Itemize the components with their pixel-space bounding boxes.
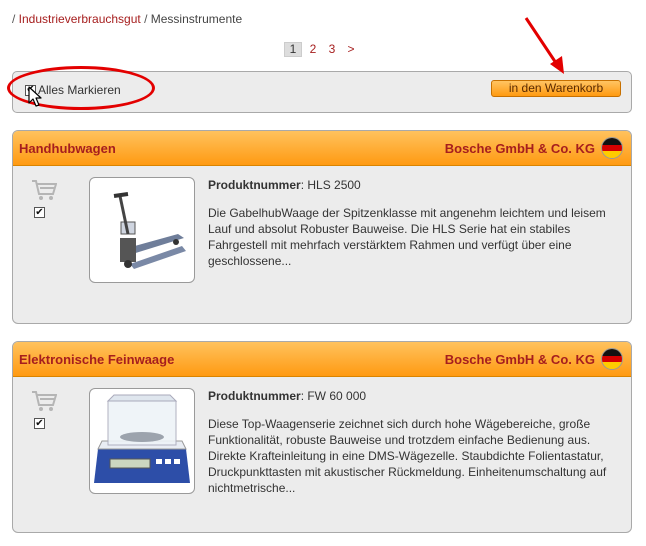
breadcrumb-current: Messinstrumente	[150, 12, 243, 26]
cart-icon[interactable]	[31, 389, 57, 413]
product-description: Diese Top-Waagenserie zeichnet sich durc…	[208, 417, 607, 495]
germany-flag-icon	[601, 137, 623, 159]
product-card: Elektronische Feinwaage Bosche GmbH & Co…	[12, 341, 632, 533]
annotation-arrow	[524, 17, 564, 74]
germany-flag-icon	[601, 348, 623, 370]
product-number: Produktnummer: HLS 2500	[208, 178, 361, 192]
product-company: Bosche GmbH & Co. KG	[445, 348, 623, 370]
product-image-hand-pallet-truck[interactable]	[89, 177, 195, 283]
product-description: Die GabelhubWaage der Spitzenklasse mit …	[208, 206, 606, 268]
product-checkbox[interactable]: ✔	[34, 207, 45, 218]
mouse-pointer-icon	[28, 86, 42, 107]
page-3[interactable]: 3	[324, 42, 340, 57]
page-2[interactable]: 2	[305, 42, 321, 57]
product-card: Handhubwagen Bosche GmbH & Co. KG ✔ Prod…	[12, 130, 632, 324]
pagination: 1 2 3 >	[284, 42, 359, 57]
company-name[interactable]: Bosche GmbH & Co. KG	[445, 141, 595, 156]
product-title[interactable]: Handhubwagen	[19, 141, 116, 156]
product-header: Elektronische Feinwaage Bosche GmbH & Co…	[13, 342, 631, 377]
breadcrumb: / Industrieverbrauchsgut / Messinstrumen…	[12, 12, 242, 26]
product-number: Produktnummer: FW 60 000	[208, 389, 367, 403]
company-name[interactable]: Bosche GmbH & Co. KG	[445, 352, 595, 367]
product-info: Produktnummer: HLS 2500 Die GabelhubWaag…	[208, 177, 618, 269]
cart-icon[interactable]	[31, 178, 57, 202]
product-checkbox[interactable]: ✔	[34, 418, 45, 429]
product-info: Produktnummer: FW 60 000 Diese Top-Waage…	[208, 388, 618, 496]
product-title[interactable]: Elektronische Feinwaage	[19, 352, 174, 367]
product-company: Bosche GmbH & Co. KG	[445, 137, 623, 159]
breadcrumb-separator: /	[140, 12, 151, 26]
product-header: Handhubwagen Bosche GmbH & Co. KG	[13, 131, 631, 166]
breadcrumb-separator: /	[12, 12, 19, 26]
page-1[interactable]: 1	[284, 42, 302, 57]
product-image-precision-scale[interactable]	[89, 388, 195, 494]
add-to-cart-button[interactable]: in den Warenkorb	[491, 80, 621, 97]
breadcrumb-link-industrieverbrauchsgut[interactable]: Industrieverbrauchsgut	[19, 12, 141, 26]
page-next[interactable]: >	[343, 42, 359, 57]
